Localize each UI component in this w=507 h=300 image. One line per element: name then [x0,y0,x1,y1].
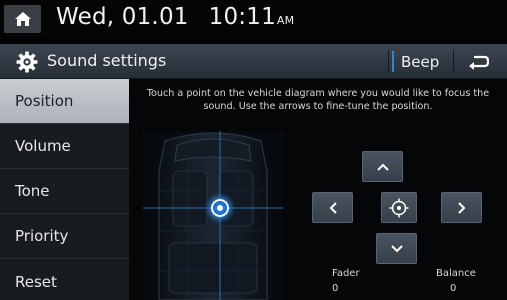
balance-value: 0 [450,283,457,294]
beep-button[interactable]: Beep [389,46,450,77]
sidebar: Position Volume Tone Priority Reset [0,79,129,300]
chevron-up-icon [376,163,389,171]
date-text: Wed, 01.01 [56,4,189,30]
back-button[interactable] [454,46,504,77]
sidebar-item-tone[interactable]: Tone [0,169,129,214]
sidebar-item-label: Volume [15,137,71,155]
position-panel: Touch a point on the vehicle diagram whe… [129,79,507,300]
center-button[interactable] [381,192,417,223]
sidebar-item-label: Position [15,92,74,110]
time-text: 10:11 [208,4,276,30]
balance-left-button[interactable] [312,192,353,223]
status-bar: Wed, 01.01 10:11 AM [0,0,507,39]
page-title: Sound settings [47,51,167,70]
instruction-text: Touch a point on the vehicle diagram whe… [146,88,490,112]
title-bar: Sound settings Beep [0,44,507,79]
sidebar-item-priority[interactable]: Priority [0,214,129,259]
chevron-down-icon [390,244,403,252]
fader-label: Fader [332,268,360,279]
vehicle-diagram[interactable] [143,131,283,300]
gear-icon [16,51,38,73]
balance-label: Balance [436,268,476,279]
rear-seat [168,242,258,294]
back-arrow-icon [469,55,490,70]
home-icon [14,12,31,26]
sidebar-item-position[interactable]: Position [0,79,129,124]
ampm-text: AM [276,14,295,27]
sidebar-item-label: Reset [15,272,57,291]
sidebar-item-volume[interactable]: Volume [0,124,129,169]
datetime: Wed, 01.01 10:11 AM [56,4,294,36]
focus-point-center [217,205,223,211]
sidebar-item-reset[interactable]: Reset [0,259,129,300]
crosshair-icon [389,198,409,217]
fader-value: 0 [332,283,339,294]
balance-right-button[interactable] [441,192,482,223]
home-button[interactable] [4,5,41,33]
sidebar-item-label: Tone [15,182,50,200]
sidebar-item-label: Priority [15,227,69,245]
fader-down-button[interactable] [376,233,417,264]
beep-indicator [392,51,394,72]
beep-label: Beep [401,52,440,71]
driver-seat [172,170,208,227]
chevron-right-icon [457,201,465,214]
chevron-left-icon [329,201,337,214]
fader-up-button[interactable] [362,151,403,182]
